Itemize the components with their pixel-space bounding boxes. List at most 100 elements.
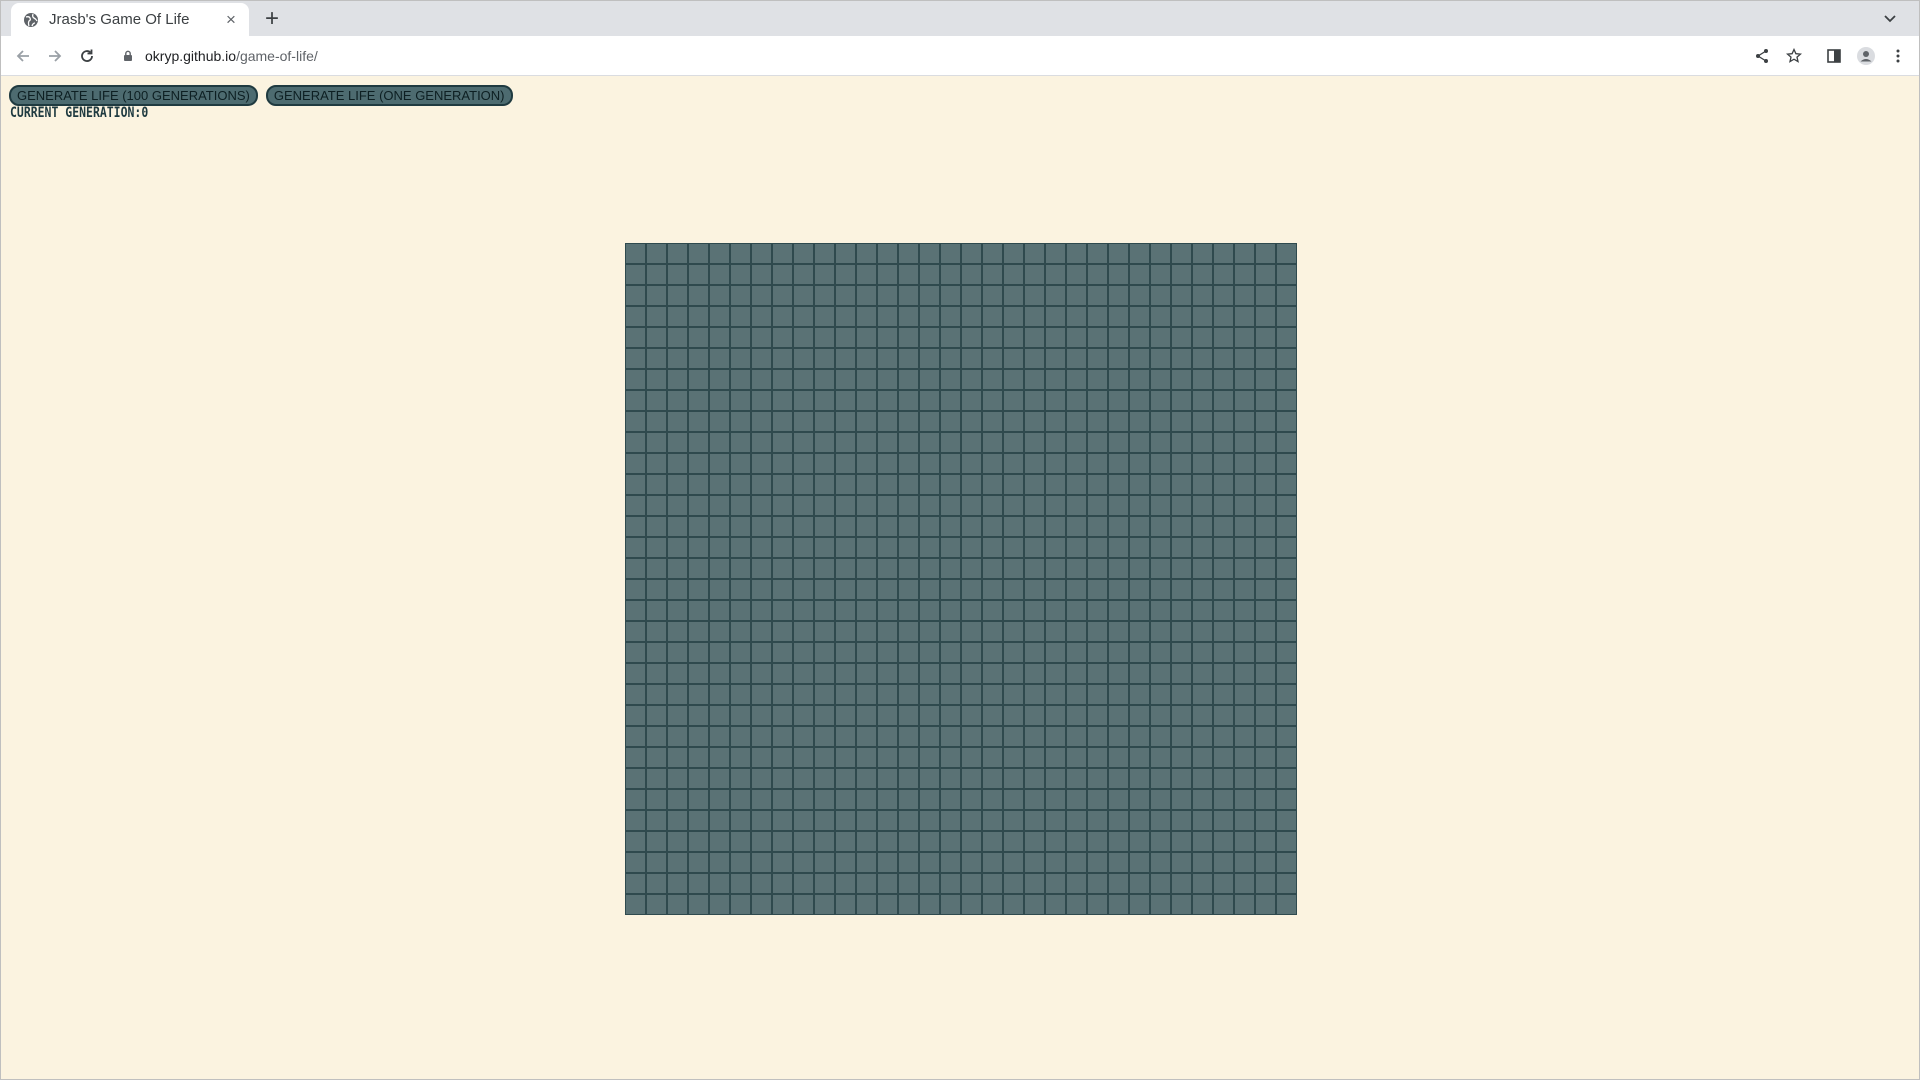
- grid-cell[interactable]: [647, 832, 666, 851]
- grid-cell[interactable]: [983, 307, 1002, 326]
- grid-cell[interactable]: [983, 685, 1002, 704]
- grid-cell[interactable]: [899, 328, 918, 347]
- grid-cell[interactable]: [878, 244, 897, 263]
- grid-cell[interactable]: [941, 559, 960, 578]
- grid-cell[interactable]: [941, 601, 960, 620]
- grid-cell[interactable]: [647, 643, 666, 662]
- grid-cell[interactable]: [920, 727, 939, 746]
- grid-cell[interactable]: [731, 811, 750, 830]
- grid-cell[interactable]: [1004, 559, 1023, 578]
- grid-cell[interactable]: [1088, 664, 1107, 683]
- grid-cell[interactable]: [773, 349, 792, 368]
- grid-cell[interactable]: [794, 328, 813, 347]
- grid-cell[interactable]: [1235, 517, 1254, 536]
- grid-cell[interactable]: [1046, 748, 1065, 767]
- grid-cell[interactable]: [878, 559, 897, 578]
- grid-cell[interactable]: [1067, 265, 1086, 284]
- grid-cell[interactable]: [752, 811, 771, 830]
- grid-cell[interactable]: [647, 349, 666, 368]
- grid-cell[interactable]: [1193, 769, 1212, 788]
- grid-cell[interactable]: [1025, 685, 1044, 704]
- grid-cell[interactable]: [689, 580, 708, 599]
- grid-cell[interactable]: [962, 433, 981, 452]
- grid-cell[interactable]: [1130, 853, 1149, 872]
- grid-cell[interactable]: [773, 727, 792, 746]
- grid-cell[interactable]: [710, 328, 729, 347]
- grid-cell[interactable]: [1025, 265, 1044, 284]
- grid-cell[interactable]: [1046, 811, 1065, 830]
- grid-cell[interactable]: [1193, 559, 1212, 578]
- grid-cell[interactable]: [647, 286, 666, 305]
- grid-cell[interactable]: [1214, 454, 1233, 473]
- grid-cell[interactable]: [1235, 454, 1254, 473]
- grid-cell[interactable]: [815, 454, 834, 473]
- grid-cell[interactable]: [1235, 895, 1254, 914]
- grid-cell[interactable]: [710, 349, 729, 368]
- grid-cell[interactable]: [731, 706, 750, 725]
- grid-cell[interactable]: [1109, 811, 1128, 830]
- grid-cell[interactable]: [983, 559, 1002, 578]
- grid-cell[interactable]: [710, 706, 729, 725]
- grid-cell[interactable]: [1151, 769, 1170, 788]
- grid-cell[interactable]: [1046, 559, 1065, 578]
- grid-cell[interactable]: [1046, 328, 1065, 347]
- grid-cell[interactable]: [836, 538, 855, 557]
- grid-cell[interactable]: [710, 664, 729, 683]
- grid-cell[interactable]: [1235, 790, 1254, 809]
- grid-cell[interactable]: [1256, 580, 1275, 599]
- grid-cell[interactable]: [1277, 349, 1296, 368]
- grid-cell[interactable]: [1151, 391, 1170, 410]
- grid-cell[interactable]: [1046, 496, 1065, 515]
- grid-cell[interactable]: [647, 853, 666, 872]
- grid-cell[interactable]: [941, 286, 960, 305]
- grid-cell[interactable]: [1046, 286, 1065, 305]
- grid-cell[interactable]: [1130, 517, 1149, 536]
- grid-cell[interactable]: [752, 244, 771, 263]
- grid-cell[interactable]: [752, 706, 771, 725]
- grid-cell[interactable]: [1067, 349, 1086, 368]
- grid-cell[interactable]: [1067, 580, 1086, 599]
- grid-cell[interactable]: [1025, 433, 1044, 452]
- grid-cell[interactable]: [941, 454, 960, 473]
- grid-cell[interactable]: [1256, 244, 1275, 263]
- grid-cell[interactable]: [962, 706, 981, 725]
- grid-cell[interactable]: [1256, 307, 1275, 326]
- grid-cell[interactable]: [1151, 328, 1170, 347]
- grid-cell[interactable]: [1256, 328, 1275, 347]
- grid-cell[interactable]: [668, 874, 687, 893]
- grid-cell[interactable]: [1109, 790, 1128, 809]
- grid-cell[interactable]: [1004, 790, 1023, 809]
- grid-cell[interactable]: [1214, 328, 1233, 347]
- grid-cell[interactable]: [962, 790, 981, 809]
- grid-cell[interactable]: [647, 727, 666, 746]
- grid-cell[interactable]: [1088, 370, 1107, 389]
- grid-cell[interactable]: [962, 412, 981, 431]
- grid-cell[interactable]: [1151, 517, 1170, 536]
- grid-cell[interactable]: [1256, 412, 1275, 431]
- grid-cell[interactable]: [752, 622, 771, 641]
- grid-cell[interactable]: [983, 538, 1002, 557]
- grid-cell[interactable]: [1193, 790, 1212, 809]
- grid-cell[interactable]: [1277, 391, 1296, 410]
- grid-cell[interactable]: [878, 433, 897, 452]
- grid-cell[interactable]: [836, 496, 855, 515]
- grid-cell[interactable]: [773, 664, 792, 683]
- grid-cell[interactable]: [710, 475, 729, 494]
- grid-cell[interactable]: [1046, 475, 1065, 494]
- grid-cell[interactable]: [1109, 895, 1128, 914]
- grid-cell[interactable]: [1193, 454, 1212, 473]
- grid-cell[interactable]: [1256, 727, 1275, 746]
- grid-cell[interactable]: [1172, 790, 1191, 809]
- grid-cell[interactable]: [941, 475, 960, 494]
- grid-cell[interactable]: [1004, 496, 1023, 515]
- grid-cell[interactable]: [836, 748, 855, 767]
- grid-cell[interactable]: [1130, 538, 1149, 557]
- grid-cell[interactable]: [857, 622, 876, 641]
- grid-cell[interactable]: [668, 664, 687, 683]
- grid-cell[interactable]: [1256, 538, 1275, 557]
- grid-cell[interactable]: [710, 286, 729, 305]
- grid-cell[interactable]: [689, 517, 708, 536]
- grid-cell[interactable]: [983, 496, 1002, 515]
- grid-cell[interactable]: [710, 622, 729, 641]
- grid-cell[interactable]: [1130, 265, 1149, 284]
